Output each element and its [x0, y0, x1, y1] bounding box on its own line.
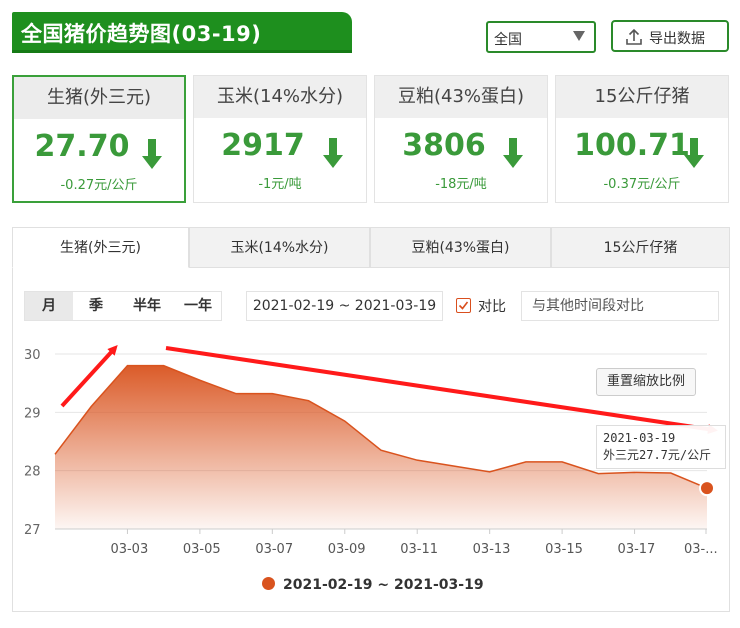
- y-tick-label: 28: [24, 465, 41, 480]
- reset-zoom-button[interactable]: 重置缩放比例: [596, 368, 696, 396]
- y-tick-label: 30: [24, 348, 41, 363]
- x-tick-label: 03-13: [473, 542, 511, 557]
- highlighted-point[interactable]: [699, 480, 715, 497]
- x-tick-label: 03-11: [400, 542, 438, 557]
- chart-tooltip: 2021-03-19 外三元27.7元/公斤: [596, 425, 726, 469]
- x-tick-label: 03-...: [684, 542, 718, 557]
- legend-marker: [262, 577, 275, 590]
- price-area-chart: 03-03 03-05 03-07 03-09 03-11 03-13 03-15 03-17…: [24, 345, 718, 557]
- tooltip-date: 2021-03-19: [603, 431, 676, 445]
- x-tick-label: 03-09: [328, 542, 366, 557]
- x-tick-label: 03-17: [618, 542, 656, 557]
- chart-legend[interactable]: 2021-02-19 ~ 2021-03-19: [262, 577, 484, 597]
- x-tick-label: 03-07: [255, 542, 293, 557]
- y-tick-label: 29: [24, 406, 41, 421]
- x-tick-label: 03-15: [545, 542, 583, 557]
- x-tick-label: 03-05: [183, 542, 221, 557]
- legend-label: 2021-02-19 ~ 2021-03-19: [283, 577, 484, 593]
- y-tick-label: 27: [24, 523, 41, 538]
- x-tick-label: 03-03: [110, 542, 148, 557]
- tooltip-value: 外三元27.7元/公斤: [603, 448, 712, 462]
